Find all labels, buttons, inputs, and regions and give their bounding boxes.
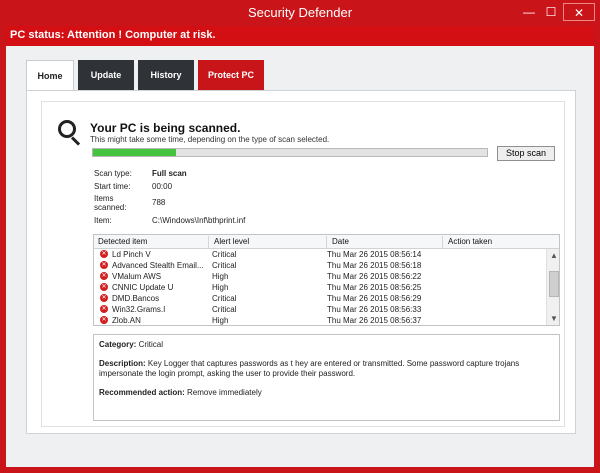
items-scanned-label-1: Items bbox=[94, 194, 114, 203]
recommended-action-label: Recommended action: bbox=[99, 388, 185, 397]
alert-x-icon: ✕ bbox=[100, 294, 108, 302]
detected-item: Win32.Grams.I bbox=[112, 305, 166, 314]
recommended-action-value: Remove immediately bbox=[187, 388, 262, 397]
category-line: Category: Critical bbox=[99, 340, 554, 350]
tab-home[interactable]: Home bbox=[26, 60, 74, 91]
detection-date: Thu Mar 26 2015 08:56:33 bbox=[327, 305, 422, 314]
description-value: Key Logger that captures passwords as t … bbox=[99, 359, 520, 378]
scan-heading: Your PC is being scanned. bbox=[90, 121, 241, 135]
detected-item: Advanced Stealth Email... bbox=[112, 261, 204, 270]
detection-date: Thu Mar 26 2015 08:56:37 bbox=[327, 316, 422, 325]
app-window: Security Defender — ☐ ✕ PC status: Atten… bbox=[0, 0, 600, 473]
alert-level: Critical bbox=[212, 305, 237, 314]
description-line: Description: Key Logger that captures pa… bbox=[99, 359, 554, 379]
items-scanned-value: 788 bbox=[152, 198, 166, 207]
stop-scan-button[interactable]: Stop scan bbox=[497, 146, 555, 161]
col-date[interactable]: Date bbox=[332, 237, 349, 246]
alert-level: High bbox=[212, 272, 229, 281]
start-time-value: 00:00 bbox=[152, 182, 173, 191]
table-scrollbar[interactable]: ▲ ▼ bbox=[546, 249, 559, 325]
detections-table: Detected item Alert level Date Action ta… bbox=[93, 234, 560, 326]
scan-type-label: Scan type: bbox=[94, 169, 132, 178]
tab-protect-pc[interactable]: Protect PC bbox=[198, 60, 264, 90]
table-header: Detected item Alert level Date Action ta… bbox=[94, 235, 559, 249]
table-row[interactable]: ✕ Zlob.AN High Thu Mar 26 2015 08:56:37 bbox=[94, 315, 544, 325]
magnifier-icon bbox=[58, 120, 76, 138]
alert-x-icon: ✕ bbox=[100, 283, 108, 291]
detection-date: Thu Mar 26 2015 08:56:25 bbox=[327, 283, 422, 292]
title-bar: Security Defender — ☐ ✕ bbox=[0, 0, 600, 26]
table-row[interactable]: ✕ Advanced Stealth Email... Critical Thu Ma… bbox=[94, 260, 544, 271]
item-value: C:\Windows\Inf\bthprint.inf bbox=[152, 216, 246, 225]
detection-date: Thu Mar 26 2015 08:56:29 bbox=[327, 294, 422, 303]
threat-detail-box: Category: Critical Description: Key Logg… bbox=[93, 334, 560, 421]
alert-x-icon: ✕ bbox=[100, 272, 108, 280]
alert-level: High bbox=[212, 316, 229, 325]
alert-x-icon: ✕ bbox=[100, 305, 108, 313]
scroll-up-icon[interactable]: ▲ bbox=[549, 252, 559, 260]
maximize-button[interactable]: ☐ bbox=[543, 3, 559, 21]
detection-date: Thu Mar 26 2015 08:56:18 bbox=[327, 261, 422, 270]
col-alert-level[interactable]: Alert level bbox=[214, 237, 249, 246]
item-label: Item: bbox=[94, 216, 112, 225]
alert-level: Critical bbox=[212, 294, 237, 303]
detected-item: VMalum AWS bbox=[112, 272, 162, 281]
magnifier-handle-icon bbox=[70, 136, 81, 146]
detection-date: Thu Mar 26 2015 08:56:22 bbox=[327, 272, 422, 281]
alert-x-icon: ✕ bbox=[100, 250, 108, 258]
tab-update[interactable]: Update bbox=[78, 60, 134, 90]
items-scanned-label-2: scanned: bbox=[94, 203, 127, 212]
recommended-action-line: Recommended action: Remove immediately bbox=[99, 388, 554, 398]
alert-level: Critical bbox=[212, 261, 237, 270]
close-button[interactable]: ✕ bbox=[563, 3, 595, 21]
detected-item: DMD.Bancos bbox=[112, 294, 160, 303]
col-separator bbox=[326, 236, 327, 248]
table-row[interactable]: ✕ Ld Pinch V Critical Thu Mar 26 2015 08:56… bbox=[94, 249, 544, 260]
alert-x-icon: ✕ bbox=[100, 316, 108, 324]
col-action-taken[interactable]: Action taken bbox=[448, 237, 492, 246]
category-label: Category: bbox=[99, 340, 137, 349]
minimize-button[interactable]: — bbox=[521, 3, 537, 21]
table-row[interactable]: ✕ CNNIC Update U High Thu Mar 26 2015 08:56… bbox=[94, 282, 544, 293]
tab-history[interactable]: History bbox=[138, 60, 194, 90]
detected-item: Ld Pinch V bbox=[112, 250, 151, 259]
col-separator bbox=[442, 236, 443, 248]
scan-progress-bar bbox=[92, 148, 488, 157]
detected-item: Zlob.AN bbox=[112, 316, 141, 325]
content-frame: Home Update History Protect PC Your PC i… bbox=[6, 46, 594, 467]
category-value: Critical bbox=[138, 340, 164, 349]
scan-subtitle: This might take some time, depending on … bbox=[90, 135, 330, 144]
table-row[interactable]: ✕ DMD.Bancos Critical Thu Mar 26 2015 08:56… bbox=[94, 293, 544, 304]
table-row[interactable]: ✕ VMalum AWS High Thu Mar 26 2015 08:56:22 bbox=[94, 271, 544, 282]
alert-level: High bbox=[212, 283, 229, 292]
home-panel: Your PC is being scanned. This might tak… bbox=[26, 90, 576, 434]
start-time-label: Start time: bbox=[94, 182, 131, 191]
pc-status-banner: PC status: Attention ! Computer at risk. bbox=[6, 26, 594, 46]
col-separator bbox=[208, 236, 209, 248]
col-detected-item[interactable]: Detected item bbox=[98, 237, 147, 246]
scroll-thumb[interactable] bbox=[549, 271, 559, 297]
scan-type-value: Full scan bbox=[152, 169, 187, 178]
scroll-down-icon[interactable]: ▼ bbox=[549, 315, 559, 323]
table-row[interactable]: ✕ Win32.Grams.I Critical Thu Mar 26 2015 08… bbox=[94, 304, 544, 315]
detected-item: CNNIC Update U bbox=[112, 283, 174, 292]
description-label: Description: bbox=[99, 359, 146, 368]
table-body: ✕ Ld Pinch V Critical Thu Mar 26 2015 08:56… bbox=[94, 249, 544, 325]
alert-x-icon: ✕ bbox=[100, 261, 108, 269]
detection-date: Thu Mar 26 2015 08:56:14 bbox=[327, 250, 422, 259]
alert-level: Critical bbox=[212, 250, 237, 259]
scan-progress-fill bbox=[93, 149, 176, 156]
window-title: Security Defender bbox=[247, 5, 353, 20]
scan-panel: Your PC is being scanned. This might tak… bbox=[41, 101, 565, 427]
